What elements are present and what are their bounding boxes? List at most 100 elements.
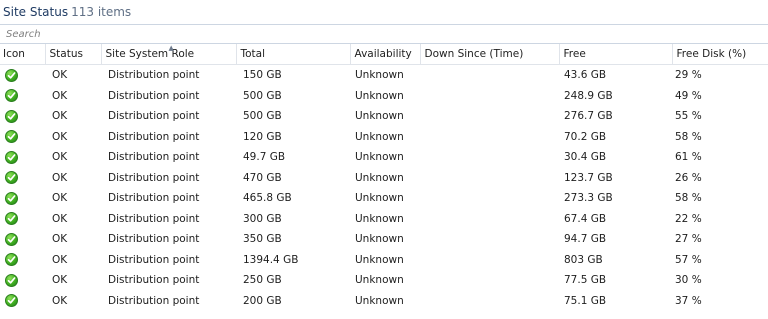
search-input[interactable] xyxy=(0,25,768,43)
free-cell: 43.6 GB xyxy=(564,69,607,82)
icon-cell xyxy=(0,291,45,312)
availability-cell: Unknown xyxy=(355,233,404,246)
total-cell: 500 GB xyxy=(243,110,282,123)
table-row[interactable]: OK Distribution point 250 GB Unknown 77.5 GB… xyxy=(0,270,768,291)
ok-check-icon xyxy=(5,130,18,144)
status-cell: OK xyxy=(52,89,68,102)
free-disk-percent-cell: 29 % xyxy=(675,69,702,82)
column-header-availability[interactable]: Availability xyxy=(350,44,421,65)
ok-check-icon xyxy=(5,253,18,267)
table-row[interactable]: OK Distribution point 150 GB Unknown 43.6 GB… xyxy=(0,65,768,86)
icon-cell xyxy=(0,270,45,291)
column-header-free[interactable]: Free xyxy=(559,44,673,65)
ok-check-icon xyxy=(5,68,18,82)
free-cell: 803 GB xyxy=(564,253,603,266)
total-cell: 350 GB xyxy=(243,233,282,246)
icon-cell xyxy=(0,106,45,127)
total-cell: 150 GB xyxy=(243,69,282,82)
free-disk-percent-cell: 58 % xyxy=(675,130,702,143)
status-cell: OK xyxy=(52,171,68,184)
ok-check-icon xyxy=(5,212,18,226)
table-row[interactable]: OK Distribution point 500 GB Unknown 248.9 G… xyxy=(0,86,768,107)
icon-cell xyxy=(0,250,45,271)
free-cell: 123.7 GB xyxy=(564,171,613,184)
table-row[interactable]: OK Distribution point 465.8 GB Unknown 273.3… xyxy=(0,188,768,209)
free-disk-percent-cell: 61 % xyxy=(675,151,702,164)
column-header-status[interactable]: Status xyxy=(45,44,102,65)
site-system-role-cell: Distribution point xyxy=(108,69,200,82)
table-row[interactable]: OK Distribution point 300 GB Unknown 67.4 GB… xyxy=(0,209,768,230)
down-since-cell xyxy=(420,291,559,312)
availability-cell: Unknown xyxy=(355,212,404,225)
icon-cell xyxy=(0,188,45,209)
availability-cell: Unknown xyxy=(355,192,404,205)
table-row[interactable]: OK Distribution point 470 GB Unknown 123.7 G… xyxy=(0,168,768,189)
down-since-cell xyxy=(420,250,559,271)
site-system-role-cell: Distribution point xyxy=(108,274,200,287)
table-row[interactable]: OK Distribution point 200 GB Unknown 75.1 GB… xyxy=(0,291,768,312)
site-system-role-cell: Distribution point xyxy=(108,151,200,164)
status-cell: OK xyxy=(52,151,68,164)
ok-check-icon xyxy=(5,171,18,185)
free-disk-percent-cell: 37 % xyxy=(675,294,702,307)
down-since-cell xyxy=(420,209,559,230)
table-row[interactable]: OK Distribution point 500 GB Unknown 276.7 G… xyxy=(0,106,768,127)
total-cell: 250 GB xyxy=(243,274,282,287)
availability-cell: Unknown xyxy=(355,171,404,184)
column-header-total[interactable]: Total xyxy=(236,44,351,65)
status-cell: OK xyxy=(52,192,68,205)
item-count: 113 items xyxy=(71,5,132,19)
ok-check-icon xyxy=(5,232,18,246)
total-cell: 200 GB xyxy=(243,294,282,307)
down-since-cell xyxy=(420,86,559,107)
free-disk-percent-cell: 22 % xyxy=(675,212,702,225)
status-cell: OK xyxy=(52,69,68,82)
availability-cell: Unknown xyxy=(355,89,404,102)
column-header-site-system-role[interactable]: ▲ Site System Role xyxy=(101,44,237,65)
free-disk-percent-cell: 26 % xyxy=(675,171,702,184)
free-cell: 70.2 GB xyxy=(564,130,607,143)
ok-check-icon xyxy=(5,273,18,287)
column-header-down-since[interactable]: Down Since (Time) xyxy=(420,44,560,65)
site-system-role-cell: Distribution point xyxy=(108,130,200,143)
search-bar xyxy=(0,24,768,44)
status-cell: OK xyxy=(52,294,68,307)
icon-cell xyxy=(0,65,45,86)
site-system-role-cell: Distribution point xyxy=(108,294,200,307)
sort-ascending-icon: ▲ xyxy=(168,44,174,52)
table-row[interactable]: OK Distribution point 1394.4 GB Unknown 803 … xyxy=(0,250,768,271)
free-cell: 276.7 GB xyxy=(564,110,613,123)
icon-cell xyxy=(0,168,45,189)
status-table-container: Icon Status ▲ Site System Role Total Avai… xyxy=(0,44,768,311)
column-header-free-disk-percent[interactable]: Free Disk (%) xyxy=(672,44,768,65)
free-disk-percent-cell: 27 % xyxy=(675,233,702,246)
free-cell: 30.4 GB xyxy=(564,151,607,164)
free-disk-percent-cell: 49 % xyxy=(675,89,702,102)
total-cell: 1394.4 GB xyxy=(243,253,299,266)
free-disk-percent-cell: 58 % xyxy=(675,192,702,205)
table-row[interactable]: OK Distribution point 49.7 GB Unknown 30.4 G… xyxy=(0,147,768,168)
total-cell: 120 GB xyxy=(243,130,282,143)
down-since-cell xyxy=(420,229,559,250)
status-cell: OK xyxy=(52,110,68,123)
site-system-role-cell: Distribution point xyxy=(108,192,200,205)
site-system-role-cell: Distribution point xyxy=(108,171,200,184)
ok-check-icon xyxy=(5,294,18,308)
free-disk-percent-cell: 57 % xyxy=(675,253,702,266)
down-since-cell xyxy=(420,270,559,291)
site-system-role-cell: Distribution point xyxy=(108,212,200,225)
column-header-icon[interactable]: Icon xyxy=(0,44,46,65)
site-status-table: Icon Status ▲ Site System Role Total Avai… xyxy=(0,44,768,311)
total-cell: 500 GB xyxy=(243,89,282,102)
table-row[interactable]: OK Distribution point 120 GB Unknown 70.2 GB… xyxy=(0,127,768,148)
availability-cell: Unknown xyxy=(355,69,404,82)
status-cell: OK xyxy=(52,233,68,246)
availability-cell: Unknown xyxy=(355,130,404,143)
table-row[interactable]: OK Distribution point 350 GB Unknown 94.7 GB… xyxy=(0,229,768,250)
total-cell: 465.8 GB xyxy=(243,192,292,205)
free-cell: 273.3 GB xyxy=(564,192,613,205)
status-cell: OK xyxy=(52,212,68,225)
ok-check-icon xyxy=(5,109,18,123)
down-since-cell xyxy=(420,106,559,127)
column-header-label: Site System Role xyxy=(105,48,195,60)
